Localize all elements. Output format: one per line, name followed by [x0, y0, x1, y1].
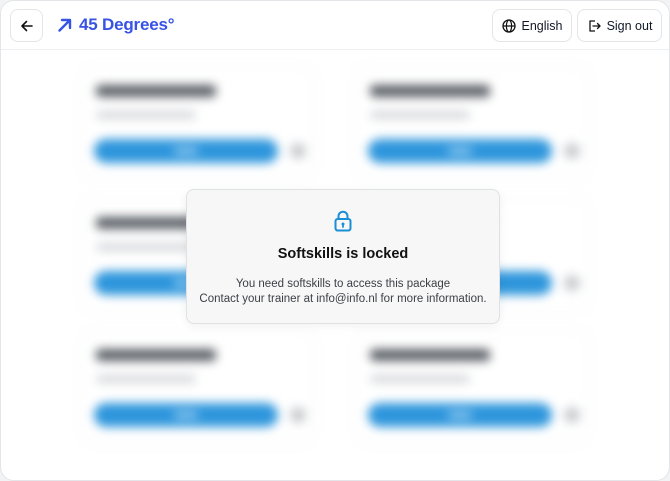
card-button-placeholder: [368, 403, 552, 427]
arrow-left-icon: [20, 20, 33, 31]
card-button-placeholder: [368, 139, 552, 163]
card-subtitle-placeholder: [370, 375, 470, 383]
language-label: English: [521, 18, 563, 33]
card-subtitle-placeholder: [96, 111, 196, 119]
card-button-placeholder: [94, 139, 278, 163]
card-button-label-placeholder: [448, 148, 472, 154]
package-card: [355, 330, 589, 444]
card-subtitle-placeholder: [96, 243, 196, 251]
dialog-message: You need softskills to access this packa…: [235, 278, 451, 290]
card-icon-placeholder: [564, 143, 580, 159]
language-button[interactable]: English: [492, 9, 572, 42]
card-title-placeholder: [370, 85, 490, 97]
app-window: 45 Degrees° English Sign out Softskills …: [0, 0, 670, 481]
card-button-label-placeholder: [174, 412, 198, 418]
card-icon-placeholder: [564, 275, 580, 291]
locked-package-dialog: Softskills is locked You need softskills…: [186, 189, 500, 324]
sign-out-button[interactable]: Sign out: [577, 9, 662, 42]
card-button-placeholder: [94, 403, 278, 427]
card-subtitle-placeholder: [370, 111, 470, 119]
top-bar: 45 Degrees° English Sign out: [1, 1, 669, 50]
card-button-label-placeholder: [448, 412, 472, 418]
back-button[interactable]: [10, 9, 43, 42]
dialog-title: Softskills is locked: [277, 246, 409, 262]
package-card: [81, 330, 315, 444]
card-title-placeholder: [96, 85, 216, 97]
sign-out-icon: [588, 19, 601, 32]
card-subtitle-placeholder: [96, 375, 196, 383]
package-card: [355, 66, 589, 180]
globe-icon: [501, 18, 516, 33]
card-icon-placeholder: [290, 143, 306, 159]
logo-text: 45 Degrees°: [79, 15, 175, 34]
lock-icon: [334, 210, 352, 232]
card-title-placeholder: [96, 349, 216, 361]
card-title-placeholder: [370, 349, 490, 361]
card-icon-placeholder: [290, 407, 306, 423]
card-icon-placeholder: [564, 407, 580, 423]
sign-out-label: Sign out: [606, 18, 653, 33]
arrow-up-right-icon: [58, 18, 72, 32]
package-card: [81, 66, 315, 180]
card-button-label-placeholder: [174, 148, 198, 154]
logo[interactable]: 45 Degrees°: [57, 13, 175, 37]
dialog-contact-info: Contact your trainer at info@info.nl for…: [199, 293, 487, 305]
